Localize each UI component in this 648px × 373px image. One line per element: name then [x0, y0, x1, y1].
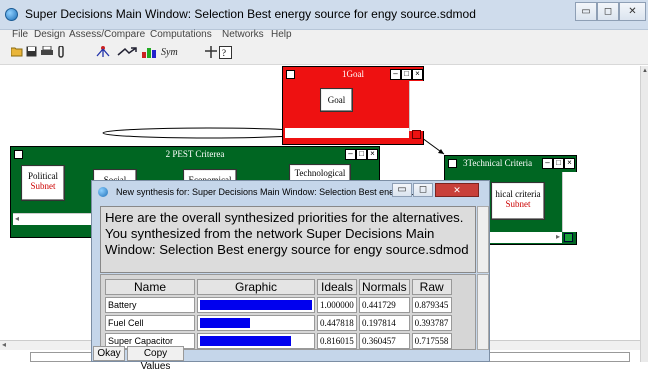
- resize-grip[interactable]: [412, 130, 421, 139]
- print-icon[interactable]: [41, 45, 53, 60]
- goal-cluster-window[interactable]: 1Goal – □ × Goal: [282, 66, 424, 145]
- goal-cluster-hscroll[interactable]: [285, 128, 409, 138]
- toolbar: Sym ?: [0, 41, 648, 65]
- close-icon[interactable]: ×: [412, 69, 423, 80]
- table-row: Battery 1.000000 0.441729 0.879345: [105, 297, 452, 313]
- dialog-title: New synthesis for: Super Decisions Main …: [116, 187, 414, 197]
- graphic-cell: [197, 297, 315, 313]
- pest-cluster-title: 2 PEST Criterea: [11, 147, 379, 161]
- scroll-right-icon[interactable]: ▸: [556, 232, 560, 241]
- raw-value: 0.717558: [411, 333, 452, 349]
- minimize-icon[interactable]: –: [542, 158, 553, 169]
- help-cursor-icon[interactable]: ?: [219, 46, 232, 60]
- minimize-icon[interactable]: –: [390, 69, 401, 80]
- ideal-value: 1.000000: [317, 297, 357, 313]
- menu-bar: File Design Assess/Compare Computations …: [0, 29, 648, 41]
- menu-file[interactable]: File: [12, 29, 28, 40]
- connect-tool-icon[interactable]: [117, 46, 137, 60]
- goal-cluster-title-text: 1Goal: [342, 69, 364, 79]
- results-table-area: Name Graphic Ideals Normals Raw Battery …: [100, 274, 476, 350]
- menu-assess-compare[interactable]: Assess/Compare: [69, 29, 145, 40]
- technological-node-label: Technological: [294, 168, 346, 178]
- dialog-maximize-button[interactable]: ◻: [413, 183, 433, 197]
- app-icon: [5, 8, 18, 21]
- normal-value: 0.197814: [359, 315, 410, 331]
- minimize-icon[interactable]: –: [345, 149, 356, 160]
- alternative-name: Fuel Cell: [105, 315, 195, 331]
- technical-subnet-label: Subnet: [505, 199, 531, 209]
- scroll-left-icon[interactable]: ◂: [2, 340, 6, 349]
- maximize-button[interactable]: ◻: [597, 2, 619, 21]
- graphic-cell: [197, 315, 315, 331]
- raw-value: 0.879345: [411, 297, 452, 313]
- svg-text:?: ?: [222, 48, 226, 58]
- col-ideals-header: Ideals: [317, 279, 357, 295]
- synthesis-message: Here are the overall synthesized priorit…: [100, 206, 476, 273]
- scroll-left-icon[interactable]: ◂: [15, 214, 19, 223]
- maximize-icon[interactable]: □: [553, 158, 564, 169]
- window-title: Super Decisions Main Window: Selection B…: [25, 7, 476, 21]
- goal-node-button[interactable]: Goal: [320, 88, 353, 112]
- priority-bar: [200, 336, 292, 346]
- col-raw-header: Raw: [411, 279, 452, 295]
- alternative-name: Battery: [105, 297, 195, 313]
- window-titlebar: Super Decisions Main Window: Selection B…: [0, 0, 648, 30]
- okay-button[interactable]: Okay: [93, 346, 125, 361]
- network-tool-icon[interactable]: [95, 46, 111, 60]
- close-button[interactable]: ✕: [619, 2, 646, 21]
- normal-value: 0.360457: [359, 333, 410, 349]
- ideal-value: 0.816015: [317, 333, 357, 349]
- menu-computations[interactable]: Computations: [150, 29, 212, 40]
- bar-chart-icon[interactable]: [142, 46, 156, 60]
- technical-criteria-node[interactable]: hical criteria Subnet: [491, 182, 545, 220]
- priority-bar: [200, 318, 251, 328]
- table-scrollbar[interactable]: [477, 274, 489, 350]
- dialog-close-button[interactable]: ✕: [435, 183, 479, 197]
- system-menu-icon[interactable]: [286, 70, 295, 79]
- menu-help[interactable]: Help: [271, 29, 292, 40]
- col-normals-header: Normals: [359, 279, 410, 295]
- scroll-up-icon[interactable]: ▲: [642, 68, 648, 74]
- results-table: Name Graphic Ideals Normals Raw Battery …: [103, 277, 454, 351]
- col-name-header: Name: [105, 279, 195, 295]
- close-icon[interactable]: ×: [367, 149, 378, 160]
- minimize-button[interactable]: ▭: [575, 2, 597, 21]
- technical-cluster-title-text: 3Technical Criteria: [463, 158, 533, 168]
- menu-design[interactable]: Design: [34, 29, 65, 40]
- technical-criteria-node-label: hical criteria: [495, 189, 541, 199]
- political-subnet-label: Subnet: [30, 181, 56, 191]
- app-icon: [98, 187, 108, 197]
- message-scrollbar[interactable]: [477, 206, 489, 273]
- attach-icon[interactable]: [58, 45, 64, 60]
- technical-cluster-vscroll[interactable]: [562, 172, 577, 232]
- system-menu-icon[interactable]: [448, 159, 457, 168]
- dialog-minimize-button[interactable]: ▭: [392, 183, 412, 197]
- goal-cluster-vscroll[interactable]: [409, 81, 424, 131]
- open-folder-icon[interactable]: [10, 46, 23, 60]
- synthesis-dialog: New synthesis for: Super Decisions Main …: [91, 180, 490, 372]
- system-menu-icon[interactable]: [14, 150, 23, 159]
- crosshair-tool-icon[interactable]: [204, 46, 218, 60]
- resize-grip[interactable]: [564, 233, 573, 242]
- sym-tool[interactable]: Sym: [161, 46, 178, 60]
- political-node-label: Political: [28, 171, 58, 181]
- save-icon[interactable]: [26, 46, 37, 60]
- table-row: Fuel Cell 0.447818 0.197814 0.393787: [105, 315, 452, 331]
- close-icon[interactable]: ×: [564, 158, 575, 169]
- priority-bar: [200, 300, 312, 310]
- col-graphic-header: Graphic: [197, 279, 315, 295]
- menu-networks[interactable]: Networks: [222, 29, 264, 40]
- canvas-scrollbar[interactable]: ▲: [640, 66, 648, 362]
- graphic-cell: [197, 333, 315, 349]
- maximize-icon[interactable]: □: [356, 149, 367, 160]
- political-node[interactable]: Political Subnet: [21, 165, 65, 201]
- copy-values-button[interactable]: Copy Values: [127, 346, 184, 372]
- raw-value: 0.393787: [411, 315, 452, 331]
- ideal-value: 0.447818: [317, 315, 357, 331]
- maximize-icon[interactable]: □: [401, 69, 412, 80]
- pest-cluster-title-text: 2 PEST Criterea: [165, 149, 225, 159]
- normal-value: 0.441729: [359, 297, 410, 313]
